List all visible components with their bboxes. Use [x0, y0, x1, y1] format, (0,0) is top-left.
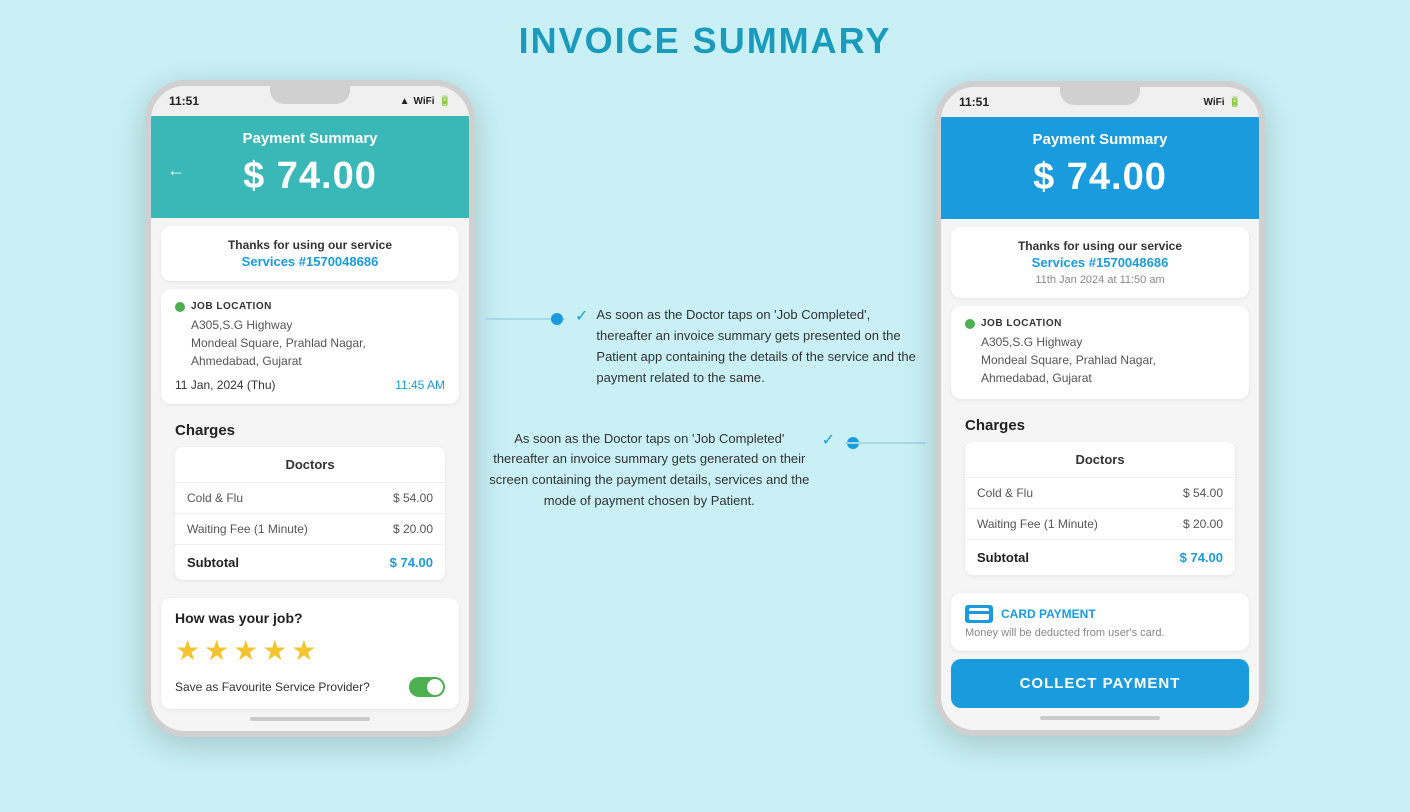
- left-location-section: JOB LOCATION A305,S.G Highway Mondeal Sq…: [161, 289, 459, 404]
- right-service-label: Thanks for using our service: [965, 239, 1235, 253]
- left-service-id: Services #1570048686: [175, 254, 445, 269]
- left-connector-top: [485, 309, 565, 329]
- right-service-card: Thanks for using our service Services #1…: [951, 227, 1249, 298]
- right-service-id: Services #1570048686: [965, 255, 1235, 270]
- left-phone: 11:51 ▲WiFi🔋 ← Payment Summary $ 74.00 T…: [145, 80, 475, 737]
- bottom-annotation: As soon as the Doctor taps on 'Job Compl…: [485, 429, 925, 512]
- right-status-bar: 11:51 WiFi🔋: [941, 87, 1259, 117]
- left-favourite-row: Save as Favourite Service Provider?: [175, 677, 445, 697]
- top-annotation: ✓ As soon as the Doctor taps on 'Job Com…: [485, 305, 925, 388]
- top-annotation-text: As soon as the Doctor taps on 'Job Compl…: [596, 305, 925, 388]
- right-doctors-label: Doctors: [965, 442, 1235, 478]
- right-header-title: Payment Summary: [957, 131, 1243, 148]
- left-charge2: Waiting Fee (1 Minute) $ 20.00: [175, 514, 445, 545]
- right-home-indicator: [1040, 716, 1160, 720]
- left-charges-title: Charges: [175, 422, 445, 439]
- collect-payment-button[interactable]: COLLECT PAYMENT: [951, 659, 1249, 708]
- top-check-icon: ✓: [575, 306, 588, 326]
- left-status-icons: ▲WiFi🔋: [400, 96, 451, 107]
- right-service-date: 11th Jan 2024 at 11:50 am: [965, 274, 1235, 286]
- left-charge1: Cold & Flu $ 54.00: [175, 483, 445, 514]
- left-location-address: A305,S.G Highway Mondeal Square, Prahlad…: [175, 316, 445, 370]
- left-service-card: Thanks for using our service Services #1…: [161, 226, 459, 281]
- right-subtotal: Subtotal $ 74.00: [965, 540, 1235, 575]
- bottom-annotation-text: As soon as the Doctor taps on 'Job Compl…: [485, 429, 814, 512]
- left-favourite-label: Save as Favourite Service Provider?: [175, 680, 370, 694]
- right-header: Payment Summary $ 74.00: [941, 117, 1259, 219]
- left-doctors-label: Doctors: [175, 447, 445, 483]
- back-button-left[interactable]: ←: [167, 160, 185, 181]
- left-header: ← Payment Summary $ 74.00: [151, 116, 469, 218]
- right-phone-body: Thanks for using our service Services #1…: [941, 219, 1259, 730]
- right-status-icons: WiFi🔋: [1204, 97, 1241, 108]
- left-rating-section: How was your job? ★★★★★ Save as Favourit…: [161, 598, 459, 709]
- right-charges-title: Charges: [965, 417, 1235, 434]
- left-header-amount: $ 74.00: [167, 155, 453, 198]
- right-payment-label: CARD PAYMENT: [965, 605, 1235, 623]
- right-payment-desc: Money will be deducted from user's card.: [965, 627, 1235, 639]
- left-location-dot: [175, 302, 185, 312]
- left-date: 11 Jan, 2024 (Thu): [175, 378, 276, 392]
- bottom-check-icon: ✓: [822, 430, 835, 450]
- right-location-address: A305,S.G Highway Mondeal Square, Prahlad…: [965, 333, 1235, 387]
- left-header-title: Payment Summary: [167, 130, 453, 147]
- right-charge1: Cold & Flu $ 54.00: [965, 478, 1235, 509]
- right-location-section: JOB LOCATION A305,S.G Highway Mondeal Sq…: [951, 306, 1249, 399]
- right-notch: [1060, 87, 1140, 105]
- left-rating-title: How was your job?: [175, 610, 445, 626]
- card-icon-inner: [969, 608, 989, 620]
- left-notch: [270, 86, 350, 104]
- right-location-title: JOB LOCATION: [981, 318, 1062, 329]
- right-location-dot: [965, 319, 975, 329]
- right-charge2: Waiting Fee (1 Minute) $ 20.00: [965, 509, 1235, 540]
- left-time: 11:45 AM: [395, 378, 445, 392]
- left-status-time: 11:51: [169, 94, 199, 108]
- left-subtotal: Subtotal $ 74.00: [175, 545, 445, 580]
- annotation-area: ✓ As soon as the Doctor taps on 'Job Com…: [475, 285, 935, 531]
- right-status-time: 11:51: [959, 95, 989, 109]
- right-payment-method: CARD PAYMENT Money will be deducted from…: [951, 593, 1249, 651]
- right-charges-box: Doctors Cold & Flu $ 54.00 Waiting Fee (…: [965, 442, 1235, 575]
- card-icon: [965, 605, 993, 623]
- left-service-label: Thanks for using our service: [175, 238, 445, 252]
- left-location-title: JOB LOCATION: [191, 301, 272, 312]
- left-charges-box: Doctors Cold & Flu $ 54.00 Waiting Fee (…: [175, 447, 445, 580]
- right-charges-section: Charges Doctors Cold & Flu $ 54.00 Waiti…: [951, 405, 1249, 587]
- left-charges-section: Charges Doctors Cold & Flu $ 54.00 Waiti…: [161, 410, 459, 592]
- left-stars: ★★★★★: [175, 634, 445, 667]
- left-phone-body: Thanks for using our service Services #1…: [151, 218, 469, 731]
- right-header-amount: $ 74.00: [957, 156, 1243, 199]
- left-home-indicator: [250, 717, 370, 721]
- right-phone: 11:51 WiFi🔋 Payment Summary $ 74.00 Than…: [935, 81, 1265, 736]
- left-status-bar: 11:51 ▲WiFi🔋: [151, 86, 469, 116]
- right-connector-bottom: [845, 433, 925, 453]
- left-toggle[interactable]: [409, 677, 445, 697]
- page-title: INVOICE SUMMARY: [519, 20, 892, 62]
